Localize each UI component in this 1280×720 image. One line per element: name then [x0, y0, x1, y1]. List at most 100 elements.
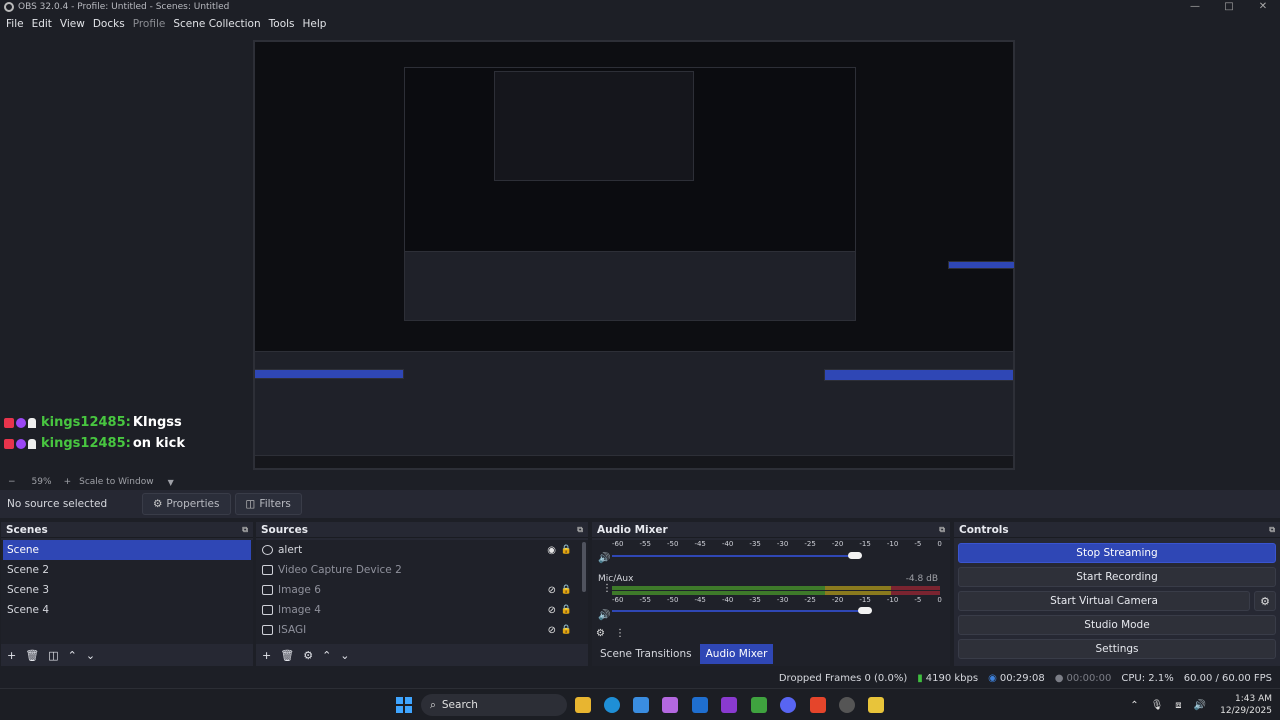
mixer-tabs: Scene Transitions Audio Mixer	[594, 644, 775, 664]
sources-toolbar: + 🗑 ⚙ ⌃ ⌄	[256, 644, 588, 666]
undock-icon[interactable]: ⧉	[1269, 525, 1275, 535]
menu-dots-icon[interactable]: ⋮	[615, 628, 625, 639]
discord-icon[interactable]	[780, 697, 796, 713]
menu-view[interactable]: View	[56, 18, 89, 30]
source-item[interactable]: ISAGI ⊘ 🔒	[256, 620, 588, 640]
meter-tick-label: -60	[612, 596, 624, 604]
minimize-button[interactable]: —	[1178, 0, 1212, 14]
source-item[interactable]: Image 6 ⊘ 🔒	[256, 580, 588, 600]
app-icon[interactable]	[868, 697, 884, 713]
obs-icon[interactable]	[839, 697, 855, 713]
volume-slider[interactable]	[612, 606, 940, 616]
preview-area[interactable]: kings12485: KIngss kings12485: on kick	[0, 34, 1280, 474]
move-down-icon[interactable]: ⌄	[86, 649, 95, 662]
close-button[interactable]: ✕	[1246, 0, 1280, 14]
xbox-icon[interactable]	[751, 697, 767, 713]
properties-label: Properties	[166, 498, 220, 510]
outlook-icon[interactable]	[692, 697, 708, 713]
zoom-in-button[interactable]: +	[64, 477, 72, 487]
move-up-icon[interactable]: ⌃	[68, 649, 77, 662]
advanced-audio-icon[interactable]: ⚙	[596, 628, 605, 639]
store-icon[interactable]	[633, 697, 649, 713]
eye-icon[interactable]: ◉	[547, 545, 556, 556]
menu-tools[interactable]: Tools	[265, 18, 299, 30]
settings-button[interactable]: Settings	[958, 639, 1276, 659]
start-virtual-camera-button[interactable]: Start Virtual Camera	[958, 591, 1250, 611]
scene-item[interactable]: Scene 2	[1, 560, 253, 580]
gear-icon[interactable]: ⚙	[1254, 591, 1276, 611]
source-toolbar: No source selected ⚙ Properties ◫ Filter…	[0, 490, 1280, 518]
scene-item[interactable]: Scene 4	[1, 600, 253, 620]
menu-scene-collection[interactable]: Scene Collection	[169, 18, 264, 30]
menu-docks[interactable]: Docks	[89, 18, 129, 30]
lock-icon[interactable]: 🔒	[561, 585, 572, 595]
clock[interactable]: 1:43 AM 12/29/2025	[1220, 693, 1272, 717]
lock-icon[interactable]: 🔒	[561, 625, 572, 635]
source-item[interactable]: alert ◉ 🔒	[256, 540, 588, 560]
undock-icon[interactable]: ⧉	[577, 525, 583, 535]
filter-icon: ◫	[245, 498, 256, 510]
start-recording-button[interactable]: Start Recording	[958, 567, 1276, 587]
file-explorer-icon[interactable]	[575, 697, 591, 713]
audio-mixer-header: Audio Mixer ⧉	[592, 522, 950, 538]
menu-help[interactable]: Help	[299, 18, 331, 30]
menu-edit[interactable]: Edit	[28, 18, 56, 30]
scale-mode-select[interactable]: Scale to Window	[79, 477, 153, 487]
trash-icon[interactable]: 🗑	[280, 649, 294, 662]
filters-button[interactable]: ◫ Filters	[234, 493, 302, 515]
volume-icon[interactable]: 🔊	[1194, 700, 1206, 711]
scene-item[interactable]: Scene	[3, 540, 251, 560]
clock-date: 12/29/2025	[1220, 706, 1272, 716]
add-icon[interactable]: +	[262, 649, 271, 662]
zoom-out-button[interactable]: −	[8, 477, 16, 487]
chevron-up-icon[interactable]: ⌃	[1130, 700, 1138, 711]
audio-mixer-body: -60 -55 -50 -45 -40 -35 -30 -25 -20 -15 -10 -5 0 🔊 M…	[592, 540, 950, 666]
speaker-icon[interactable]: 🔊	[598, 610, 610, 621]
eye-hidden-icon[interactable]: ⊘	[548, 605, 556, 616]
speaker-icon[interactable]: 🔊	[598, 553, 610, 564]
properties-button[interactable]: ⚙ Properties	[142, 493, 231, 515]
chevron-down-icon[interactable]: ▼	[168, 478, 174, 487]
edge-icon[interactable]	[604, 697, 620, 713]
scenes-title: Scenes	[6, 523, 48, 536]
meter-tick-label: 0	[937, 540, 942, 548]
lock-icon[interactable]: 🔒	[561, 605, 572, 615]
move-up-icon[interactable]: ⌃	[322, 649, 331, 662]
studio-mode-button[interactable]: Studio Mode	[958, 615, 1276, 635]
source-item[interactable]: Video Capture Device 2	[256, 560, 588, 580]
network-icon[interactable]: ⧈	[1175, 700, 1181, 711]
sources-dock: Sources ⧉ alert ◉ 🔒 Video Capture Device…	[256, 522, 588, 666]
tab-scene-transitions[interactable]: Scene Transitions	[594, 644, 698, 664]
lock-icon[interactable]: 🔒	[561, 545, 572, 555]
volume-slider[interactable]	[612, 551, 940, 561]
filter-icon[interactable]: ◫	[48, 649, 58, 662]
windows-start-icon[interactable]	[396, 697, 412, 713]
menu-dots-icon[interactable]: ⋮	[602, 583, 612, 594]
eye-hidden-icon[interactable]: ⊘	[548, 585, 556, 596]
nested-stop-button-2	[948, 261, 1014, 269]
undock-icon[interactable]: ⧉	[242, 525, 248, 535]
trash-icon[interactable]: 🗑	[25, 649, 39, 662]
brave-icon[interactable]	[810, 697, 826, 713]
stop-streaming-button[interactable]: Stop Streaming	[958, 543, 1276, 563]
source-item[interactable]: Image 4 ⊘ 🔒	[256, 600, 588, 620]
badge-icon	[4, 417, 14, 428]
mic-icon[interactable]: 🎙	[1151, 700, 1164, 711]
clipchamp-icon[interactable]	[721, 697, 737, 713]
menu-profile[interactable]: Profile	[129, 18, 170, 30]
copilot-icon[interactable]	[662, 697, 678, 713]
move-down-icon[interactable]: ⌄	[340, 649, 349, 662]
bitrate: 4190 kbps	[925, 672, 979, 684]
preview-canvas[interactable]	[253, 40, 1015, 470]
scene-item[interactable]: Scene 3	[1, 580, 253, 600]
tab-audio-mixer[interactable]: Audio Mixer	[699, 644, 774, 664]
sources-scrollbar[interactable]	[582, 542, 586, 592]
gear-icon[interactable]: ⚙	[303, 649, 313, 662]
maximize-button[interactable]: □	[1212, 0, 1246, 14]
undock-icon[interactable]: ⧉	[939, 525, 945, 535]
meter-tick-label: -25	[804, 540, 816, 548]
eye-hidden-icon[interactable]: ⊘	[548, 625, 556, 636]
menu-file[interactable]: File	[2, 18, 28, 30]
add-icon[interactable]: +	[7, 649, 16, 662]
taskbar-search[interactable]: ⌕ Search	[421, 694, 567, 716]
